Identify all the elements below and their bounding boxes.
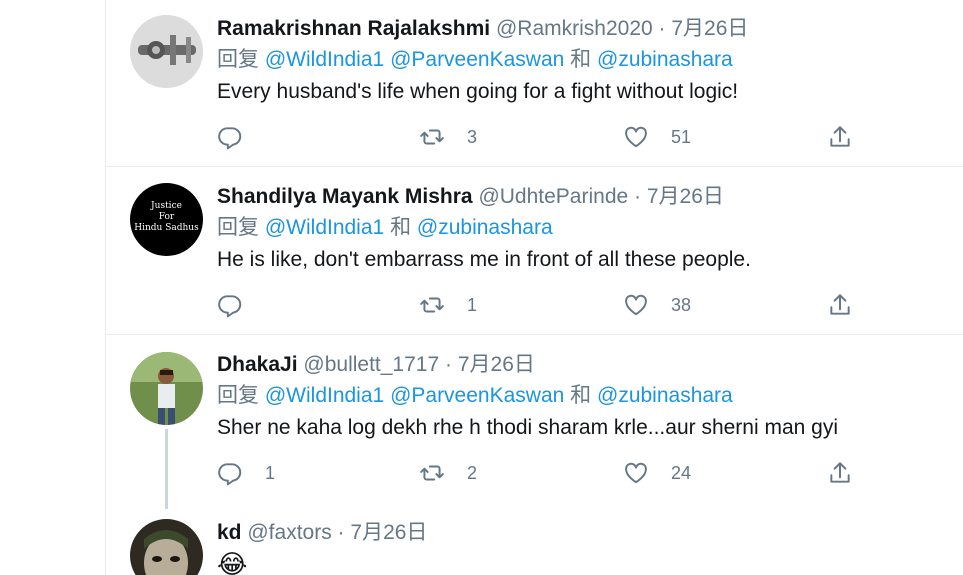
tweet[interactable]: Justice For Hindu Sadhus Shandilya Mayan… [106,167,963,335]
reply-context: 回复 @WildIndia1 @ParveenKaswan 和 @zubinas… [217,44,957,76]
avatar[interactable] [130,352,203,425]
like-count: 51 [671,126,692,147]
retweet-icon [420,297,444,313]
author-handle[interactable]: @faxtors [247,521,331,544]
author-handle[interactable]: @Ramkrish2020 [496,17,653,40]
share-icon [830,126,850,147]
tweet[interactable]: kd @faxtors · 7月26日 😂 [106,505,963,575]
author-name[interactable]: kd [217,521,242,544]
tweet-text: Every husband's life when going for a fi… [217,80,739,103]
reply-button[interactable]: 1 [217,458,275,488]
reply-context: 回复 @WildIndia1 和 @zubinashara [217,212,957,244]
mention-link[interactable]: @WildIndia1 [265,384,384,407]
timeline: Ramakrishnan Rajalakshmi @Ramkrish2020 ·… [105,0,963,575]
avatar-text: Justice [151,201,182,211]
and-word: 和 [390,216,412,239]
avatar[interactable] [130,519,203,575]
tweet[interactable]: Ramakrishnan Rajalakshmi @Ramkrish2020 ·… [106,0,963,167]
separator-dot: · [634,185,642,208]
reply-icon [218,295,242,318]
share-icon [830,294,850,315]
like-button[interactable]: 38 [623,290,691,320]
tweet-date[interactable]: 7月26日 [671,17,748,40]
reply-icon [218,127,242,150]
like-button[interactable]: 51 [623,122,691,152]
mention-link[interactable]: @WildIndia1 [265,48,384,71]
like-icon [625,126,647,148]
and-word: 和 [570,48,592,71]
share-button[interactable] [827,122,853,152]
retweet-icon [420,465,444,481]
mention-link[interactable]: @zubinashara [417,216,553,239]
mention-link[interactable]: @WildIndia1 [265,216,384,239]
like-icon [625,462,647,484]
like-icon [625,294,647,316]
reply-button[interactable] [217,122,265,152]
author-handle[interactable]: @bullett_1717 [303,353,439,376]
separator-dot: · [337,521,345,544]
tweet-date[interactable]: 7月26日 [458,353,535,376]
like-button[interactable]: 24 [623,458,691,488]
tweet-date[interactable]: 7月26日 [350,521,427,544]
avatar-text: For [158,212,175,222]
reply-prefix: 回复 [217,216,259,239]
retweet-count: 2 [467,462,478,483]
tweet-actions: 3 51 [217,122,867,152]
like-count: 24 [671,462,692,483]
avatar[interactable] [130,15,203,88]
mention-link[interactable]: @zubinashara [597,384,733,407]
reply-button[interactable] [217,290,265,320]
retweet-button[interactable]: 1 [419,290,477,320]
tweet-text: He is like, don't embarrass me in front … [217,248,751,271]
retweet-count: 3 [467,126,478,147]
share-button[interactable] [827,290,853,320]
author-name[interactable]: DhakaJi [217,353,298,376]
reply-prefix: 回复 [217,48,259,71]
avatar[interactable]: Justice For Hindu Sadhus [130,183,203,256]
retweet-icon [420,129,444,145]
mention-link[interactable]: @ParveenKaswan [390,384,564,407]
mention-link[interactable]: @zubinashara [597,48,733,71]
reply-icon [218,463,242,486]
and-word: 和 [570,384,592,407]
reply-context: 回复 @WildIndia1 @ParveenKaswan 和 @zubinas… [217,380,957,412]
tweet-text: Sher ne kaha log dekh rhe h thodi sharam… [217,416,839,439]
tweet-actions: 1 2 24 [217,458,867,488]
retweet-count: 1 [467,294,478,315]
reply-prefix: 回复 [217,384,259,407]
like-count: 38 [671,294,692,315]
tweet[interactable]: DhakaJi @bullett_1717 · 7月26日 回复 @WildIn… [106,335,963,509]
share-icon [830,462,850,483]
author-name[interactable]: Shandilya Mayank Mishra [217,185,473,208]
reply-count: 1 [265,462,276,483]
author-handle[interactable]: @UdhteParinde [478,185,628,208]
avatar-text: Hindu Sadhus [134,223,199,233]
thread-line [165,429,168,509]
tweet-date[interactable]: 7月26日 [647,185,724,208]
separator-dot: · [445,353,452,376]
tweet-text: 😂 [217,549,248,575]
mention-link[interactable]: @ParveenKaswan [390,48,564,71]
share-button[interactable] [827,458,853,488]
separator-dot: · [658,17,666,40]
retweet-button[interactable]: 3 [419,122,477,152]
retweet-button[interactable]: 2 [419,458,477,488]
tweet-actions: 1 38 [217,290,867,320]
author-name[interactable]: Ramakrishnan Rajalakshmi [217,17,490,40]
